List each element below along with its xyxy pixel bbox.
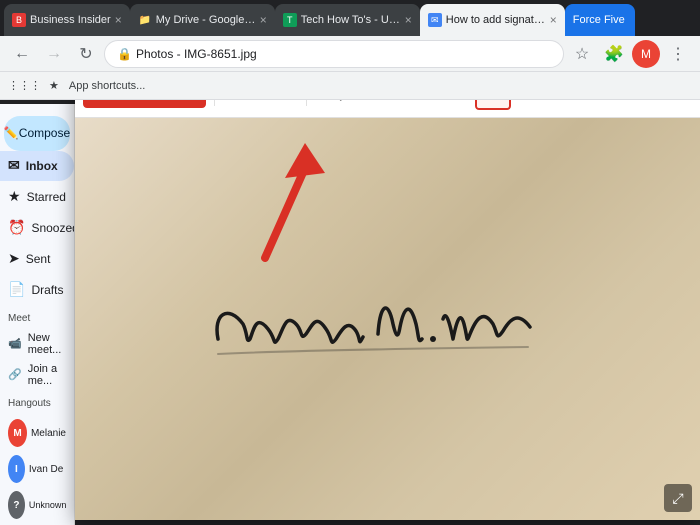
tab-signature[interactable]: ✉ How to add signature in... × — [420, 4, 565, 36]
tab-favicon-3: T — [283, 13, 297, 27]
join-meeting-item[interactable]: 🔗 Join a me... — [0, 359, 74, 390]
tab-title-4: How to add signature in... — [446, 14, 546, 26]
tab-title-3: Tech How To's - Up For G... — [301, 14, 401, 26]
forward-button[interactable]: → — [40, 40, 68, 68]
melanie-name: Melanie — [31, 428, 66, 439]
bookmarks-button[interactable]: ☆ — [568, 40, 596, 68]
address-bar[interactable]: 🔒 Photos - IMG-8651.jpg — [104, 40, 564, 68]
hangouts-section-header: Hangouts — [0, 394, 74, 413]
unknown-avatar: ? — [8, 491, 25, 519]
sidebar-item-sent[interactable]: ➤ Sent — [0, 243, 74, 274]
tab-favicon-1: B — [12, 13, 26, 27]
join-meeting-label: Join a me... — [28, 363, 66, 387]
sidebar-item-snoozed[interactable]: ⏰ Snoozed — [0, 212, 74, 243]
drafts-label: Drafts — [31, 283, 63, 297]
tab-close-4[interactable]: × — [550, 13, 557, 27]
ivan-name: Ivan De Luc... — [29, 464, 66, 475]
ivan-avatar: I — [8, 455, 25, 483]
tab-title-1: Business Insider — [30, 14, 111, 26]
contact-ivan[interactable]: I Ivan De Luc... — [4, 453, 70, 485]
sent-icon: ➤ — [8, 250, 20, 267]
image-display-area: ⤢ — [75, 118, 700, 520]
photos-window: 🖼️ Photos - IMG-8651.jpg — □ ✕ ← See all… — [75, 30, 700, 520]
more-options-button[interactable]: ⋮ — [664, 40, 692, 68]
melanie-avatar: M — [8, 419, 27, 447]
new-meeting-label: New meet... — [28, 332, 66, 356]
tab-business-insider[interactable]: B Business Insider × — [4, 4, 130, 36]
tab-close-2[interactable]: × — [260, 13, 267, 27]
unknown-label: Unknown: Up... — [29, 500, 66, 510]
compose-button[interactable]: ✏️ Compose — [4, 116, 70, 151]
unknown-contact[interactable]: ? Unknown: Up... — [4, 489, 70, 521]
sent-label: Sent — [26, 252, 51, 266]
signature-svg — [178, 259, 598, 379]
gmail-sidebar: ✏️ Compose ✉ Inbox ★ Starred ⏰ Snoozed ➤… — [0, 104, 75, 525]
extensions-button[interactable]: 🧩 — [600, 40, 628, 68]
profile-button[interactable]: M — [632, 40, 660, 68]
contact-melanie[interactable]: M Melanie — [4, 417, 70, 449]
tab-close-1[interactable]: × — [115, 13, 122, 27]
contacts-list: M Melanie I Ivan De Luc... ? Unknown: Up… — [0, 413, 74, 525]
tab-favicon-4: ✉ — [428, 13, 442, 27]
tab-force-five[interactable]: Force Five — [565, 4, 635, 36]
red-arrow-annotation — [205, 128, 365, 268]
tab-favicon-2: 📁 — [138, 13, 152, 27]
meet-section-header: Meet — [0, 309, 74, 328]
expand-icon: ⤢ — [672, 490, 683, 507]
tab-title-2: My Drive - Google Drive — [156, 14, 256, 26]
bookmarks-label: ★ — [49, 79, 59, 92]
join-icon: 🔗 — [8, 368, 22, 381]
starred-icon: ★ — [8, 188, 21, 205]
snoozed-label: Snoozed — [31, 221, 75, 235]
starred-label: Starred — [27, 190, 66, 204]
sidebar-item-drafts[interactable]: 📄 Drafts — [0, 274, 74, 305]
drafts-icon: 📄 — [8, 281, 25, 298]
video-icon: 📹 — [8, 337, 22, 350]
tab-title-5: Force Five — [573, 14, 625, 26]
tab-tech-howtos[interactable]: T Tech How To's - Up For G... × — [275, 4, 420, 36]
sidebar-item-inbox[interactable]: ✉ Inbox — [0, 151, 74, 182]
tab-my-drive[interactable]: 📁 My Drive - Google Drive × — [130, 4, 275, 36]
lock-icon: 🔒 — [117, 47, 132, 61]
back-button[interactable]: ← — [8, 40, 36, 68]
inbox-icon: ✉ — [8, 157, 20, 174]
apps-bookmark[interactable]: ⋮⋮⋮ — [8, 79, 41, 92]
sidebar-item-starred[interactable]: ★ Starred — [0, 181, 74, 212]
paper-background — [75, 118, 700, 520]
compose-label: Compose — [19, 126, 70, 140]
inbox-label: Inbox — [26, 159, 58, 173]
expand-button[interactable]: ⤢ — [664, 484, 692, 512]
compose-icon: ✏️ — [4, 126, 19, 140]
new-meeting-item[interactable]: 📹 New meet... — [0, 328, 74, 359]
tab-close-3[interactable]: × — [405, 13, 412, 27]
address-text: Photos - IMG-8651.jpg — [136, 47, 257, 61]
bookmark-item[interactable]: App shortcuts... — [63, 78, 151, 94]
snoozed-icon: ⏰ — [8, 219, 25, 236]
refresh-button[interactable]: ↻ — [72, 40, 100, 68]
